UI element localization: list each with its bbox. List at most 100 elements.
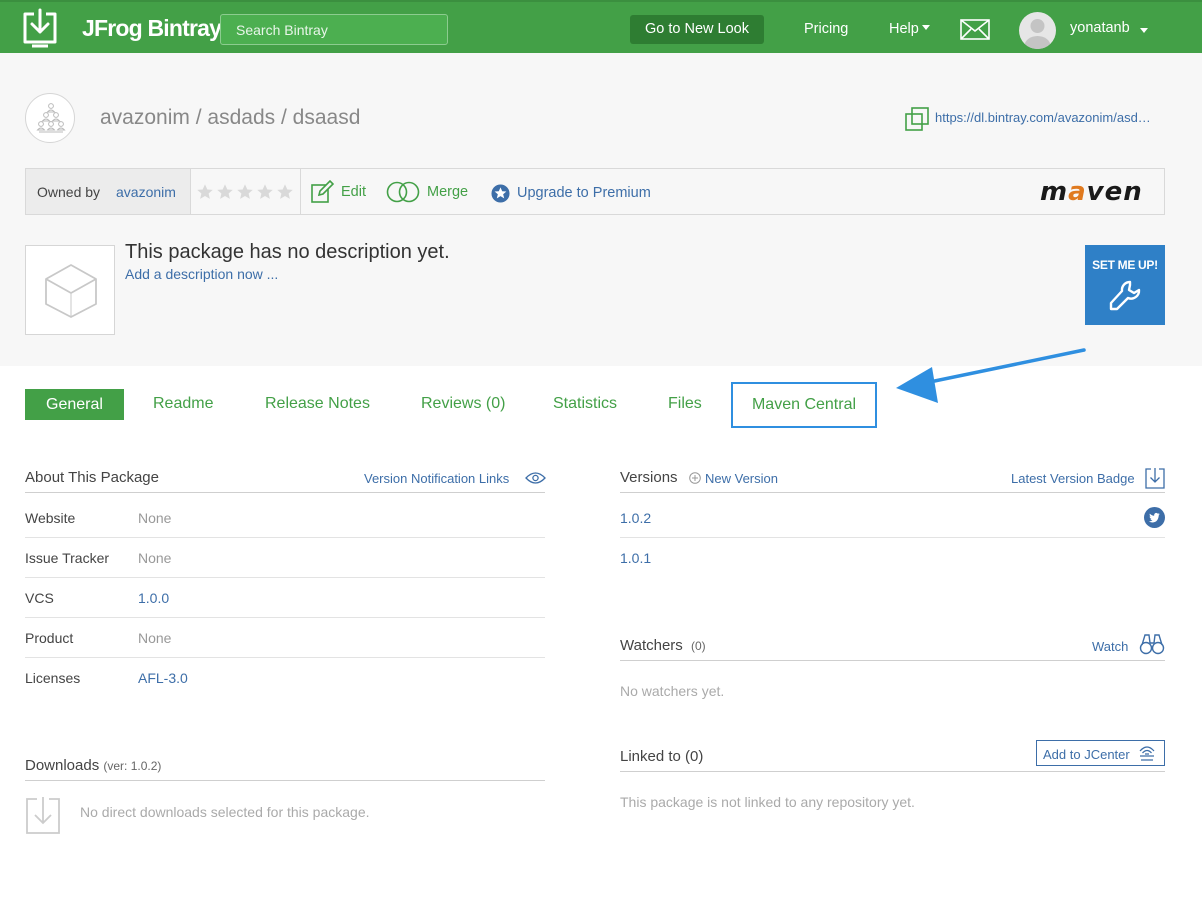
help-menu[interactable]: Help	[889, 21, 930, 37]
downloads-empty-text: No direct downloads selected for this pa…	[80, 804, 370, 820]
row-divider	[25, 657, 545, 658]
licenses-label: Licenses	[25, 670, 81, 686]
section-divider	[25, 492, 545, 493]
merge-icon[interactable]	[386, 181, 420, 203]
tab-general[interactable]: General	[25, 389, 124, 420]
tab-maven-central[interactable]: Maven Central	[731, 382, 877, 428]
set-me-up-button[interactable]: SET ME UP!	[1085, 245, 1165, 325]
watchers-title: Watchers	[620, 637, 683, 654]
row-divider	[25, 577, 545, 578]
chevron-down-icon	[921, 25, 930, 30]
license-link[interactable]: AFL-3.0	[138, 670, 188, 686]
pricing-link[interactable]: Pricing	[804, 21, 848, 37]
add-to-jcenter-label: Add to JCenter	[1043, 747, 1130, 762]
website-value: None	[138, 510, 172, 526]
maven-logo: maven	[1040, 177, 1143, 207]
premium-star-icon[interactable]	[491, 184, 510, 203]
eye-icon[interactable]	[525, 471, 546, 485]
version-link[interactable]: 1.0.2	[620, 510, 651, 526]
jcenter-icon	[1139, 746, 1155, 761]
wrench-icon	[1109, 280, 1141, 311]
user-menu-chevron-icon[interactable]	[1140, 28, 1148, 33]
breadcrumb-repo[interactable]: asdads	[207, 106, 275, 129]
new-look-button[interactable]: Go to New Look	[630, 15, 764, 44]
callout-arrow-icon	[896, 348, 1086, 403]
username-label[interactable]: yonatanb	[1070, 20, 1130, 36]
section-divider	[620, 660, 1165, 661]
version-notification-links[interactable]: Version Notification Links	[364, 471, 509, 486]
section-divider	[620, 771, 1165, 772]
package-box-icon	[45, 264, 97, 318]
website-label: Website	[25, 510, 76, 526]
org-avatar[interactable]	[25, 93, 75, 143]
tab-reviews[interactable]: Reviews (0)	[421, 395, 505, 413]
version-link[interactable]: 1.0.1	[620, 550, 651, 566]
new-version-link[interactable]: New Version	[705, 471, 778, 486]
download-url-link[interactable]: https://dl.bintray.com/avazonim/asd…	[935, 110, 1151, 125]
breadcrumb-owner[interactable]: avazonim	[100, 106, 190, 129]
row-divider	[25, 617, 545, 618]
downloads-section: Downloads (ver: 1.0.2)	[25, 757, 161, 774]
row-divider	[620, 537, 1165, 538]
tab-release-notes[interactable]: Release Notes	[265, 395, 370, 413]
package-icon[interactable]	[25, 245, 115, 335]
star-icon[interactable]	[216, 183, 234, 201]
product-label: Product	[25, 630, 74, 646]
edit-icon[interactable]	[310, 180, 334, 204]
rating-stars[interactable]	[196, 183, 294, 201]
merge-button[interactable]: Merge	[427, 184, 468, 200]
watchers-empty-text: No watchers yet.	[620, 683, 725, 699]
edit-button[interactable]: Edit	[341, 184, 366, 200]
downloads-version-note: (ver: 1.0.2)	[103, 759, 162, 773]
toolbar-divider	[300, 169, 301, 214]
bintray-logo-icon[interactable]	[22, 8, 58, 48]
issue-tracker-value: None	[138, 550, 172, 566]
breadcrumb: avazonim / asdads / dsaasd	[100, 106, 360, 130]
user-avatar[interactable]	[1019, 12, 1056, 49]
top-navbar: JFrog Bintray Go to New Look Pricing Hel…	[0, 0, 1202, 53]
section-divider	[25, 780, 545, 781]
star-icon[interactable]	[236, 183, 254, 201]
set-me-up-label: SET ME UP!	[1092, 258, 1158, 272]
plus-circle-icon[interactable]	[689, 472, 701, 484]
vcs-label: VCS	[25, 590, 54, 606]
tab-files[interactable]: Files	[668, 395, 702, 413]
add-to-jcenter-button[interactable]: Add to JCenter	[1036, 740, 1165, 766]
latest-version-badge-link[interactable]: Latest Version Badge	[1011, 471, 1135, 486]
twitter-icon[interactable]	[1144, 507, 1165, 528]
package-toolbar: Owned by avazonim Edit Merge Upgrade to …	[25, 168, 1165, 215]
versions-title: Versions	[620, 469, 678, 486]
upgrade-premium-link[interactable]: Upgrade to Premium	[517, 185, 651, 201]
owner-link[interactable]: avazonim	[116, 184, 176, 200]
watch-link[interactable]: Watch	[1092, 639, 1128, 654]
brand-name[interactable]: JFrog Bintray	[82, 15, 222, 42]
breadcrumb-separator: /	[195, 106, 202, 129]
watchers-section: Watchers (0)	[620, 637, 706, 654]
owned-by-label: Owned by	[37, 184, 101, 200]
watchers-count: (0)	[690, 639, 706, 653]
vcs-link[interactable]: 1.0.0	[138, 590, 169, 606]
help-label: Help	[889, 21, 919, 37]
user-silhouette-icon	[1024, 19, 1051, 49]
tab-readme[interactable]: Readme	[153, 395, 213, 413]
binoculars-icon[interactable]	[1139, 632, 1165, 656]
breadcrumb-package: dsaasd	[292, 106, 361, 129]
badge-download-icon[interactable]	[1145, 467, 1165, 489]
linked-empty-text: This package is not linked to any reposi…	[620, 794, 915, 810]
package-description: This package has no description yet.	[125, 241, 450, 263]
search-input[interactable]	[220, 14, 448, 45]
download-icon	[26, 797, 60, 834]
owned-by-box: Owned by avazonim	[26, 169, 191, 214]
add-description-link[interactable]: Add a description now ...	[125, 266, 278, 282]
product-value: None	[138, 630, 172, 646]
tab-statistics[interactable]: Statistics	[553, 395, 617, 413]
about-package-title: About This Package	[25, 469, 159, 486]
downloads-title: Downloads	[25, 757, 100, 774]
star-icon[interactable]	[276, 183, 294, 201]
copy-link-icon[interactable]	[904, 106, 930, 132]
row-divider	[25, 537, 545, 538]
star-icon[interactable]	[196, 183, 214, 201]
envelope-icon[interactable]	[960, 19, 990, 40]
star-icon[interactable]	[256, 183, 274, 201]
issue-tracker-label: Issue Tracker	[25, 550, 110, 566]
